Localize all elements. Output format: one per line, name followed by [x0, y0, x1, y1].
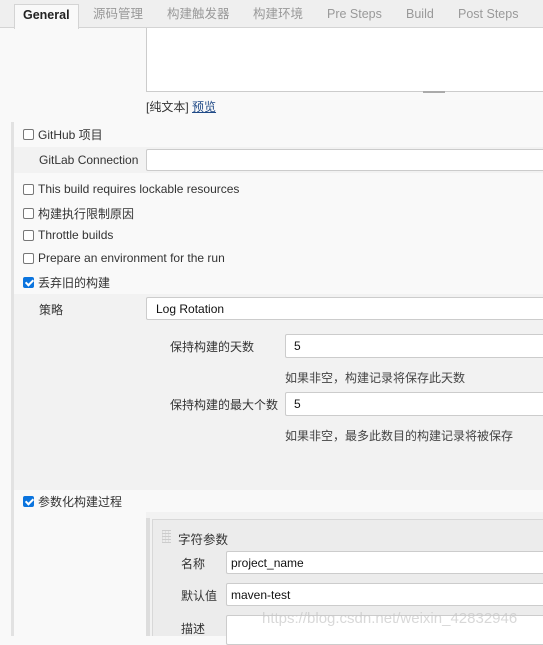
days-to-keep-hint: 如果非空，构建记录将保存此天数	[285, 371, 466, 385]
textarea-resize-handle[interactable]	[423, 91, 445, 93]
checkbox[interactable]	[23, 129, 34, 140]
tab-source-control[interactable]: 源码管理	[93, 4, 143, 28]
gitlab-connection-input[interactable]	[146, 149, 543, 171]
checkbox[interactable]	[23, 252, 34, 264]
checkbox-label: Throttle builds	[38, 228, 114, 242]
github-project-checkbox[interactable]: GitHub 项目	[23, 126, 103, 143]
watermark: https://blog.csdn.net/weixin_42832946	[262, 610, 518, 627]
checkbox[interactable]	[23, 208, 34, 219]
checkbox-label: GitHub 项目	[38, 128, 103, 142]
param-name-input[interactable]: project_name	[226, 551, 543, 574]
checkbox[interactable]	[23, 277, 34, 288]
lockable-resources-checkbox[interactable]: This build requires lockable resources	[23, 182, 239, 196]
plain-text-label: [纯文本]	[146, 100, 189, 114]
max-builds-input[interactable]: 5	[285, 392, 543, 416]
checkbox[interactable]	[23, 229, 34, 241]
drag-handle-icon[interactable]	[162, 530, 171, 543]
checkbox-label: This build requires lockable resources	[38, 182, 240, 196]
checkbox[interactable]	[23, 496, 34, 507]
gitlab-connection-label: GitLab Connection	[39, 153, 139, 167]
tab-build-triggers[interactable]: 构建触发器	[167, 4, 230, 28]
description-format: [纯文本] 预览	[146, 98, 216, 115]
parameters-border	[146, 518, 150, 636]
discard-old-builds-checkbox[interactable]: 丢弃旧的构建	[23, 274, 110, 291]
max-builds-label: 保持构建的最大个数	[170, 398, 279, 412]
preview-link[interactable]: 预览	[192, 100, 216, 114]
checkbox-label: 构建执行限制原因	[38, 207, 135, 221]
param-description-label: 描述	[181, 622, 206, 636]
description-textarea[interactable]	[146, 28, 543, 92]
param-default-input[interactable]: maven-test	[226, 583, 543, 606]
tab-general[interactable]: General	[14, 4, 79, 29]
checkbox-label: 参数化构建过程	[38, 495, 123, 509]
days-to-keep-input[interactable]: 5	[285, 334, 543, 358]
tab-build[interactable]: Build	[406, 4, 434, 28]
checkbox-label: Prepare an environment for the run	[38, 251, 225, 265]
tab-post-steps[interactable]: Post Steps	[458, 4, 518, 28]
tab-bar: General 源码管理 构建触发器 构建环境 Pre Steps Build …	[0, 0, 543, 29]
checkbox-label: 丢弃旧的构建	[38, 276, 111, 290]
prepare-environment-checkbox[interactable]: Prepare an environment for the run	[23, 251, 225, 265]
param-name-label: 名称	[181, 557, 206, 571]
parameterized-build-checkbox[interactable]: 参数化构建过程	[23, 493, 122, 510]
strategy-select[interactable]: Log Rotation	[146, 297, 543, 320]
tab-build-environment[interactable]: 构建环境	[253, 4, 303, 28]
max-builds-hint: 如果非空，最多此数目的构建记录将被保存	[285, 429, 514, 443]
string-parameter-title: 字符参数	[178, 533, 229, 547]
strategy-label: 策略	[39, 303, 64, 317]
param-default-label: 默认值	[181, 589, 218, 603]
throttle-builds-checkbox[interactable]: Throttle builds	[23, 228, 113, 242]
days-to-keep-label: 保持构建的天数	[170, 340, 255, 354]
tab-pre-steps[interactable]: Pre Steps	[327, 4, 382, 28]
throttle-reason-checkbox[interactable]: 构建执行限制原因	[23, 205, 134, 222]
checkbox[interactable]	[23, 183, 34, 195]
